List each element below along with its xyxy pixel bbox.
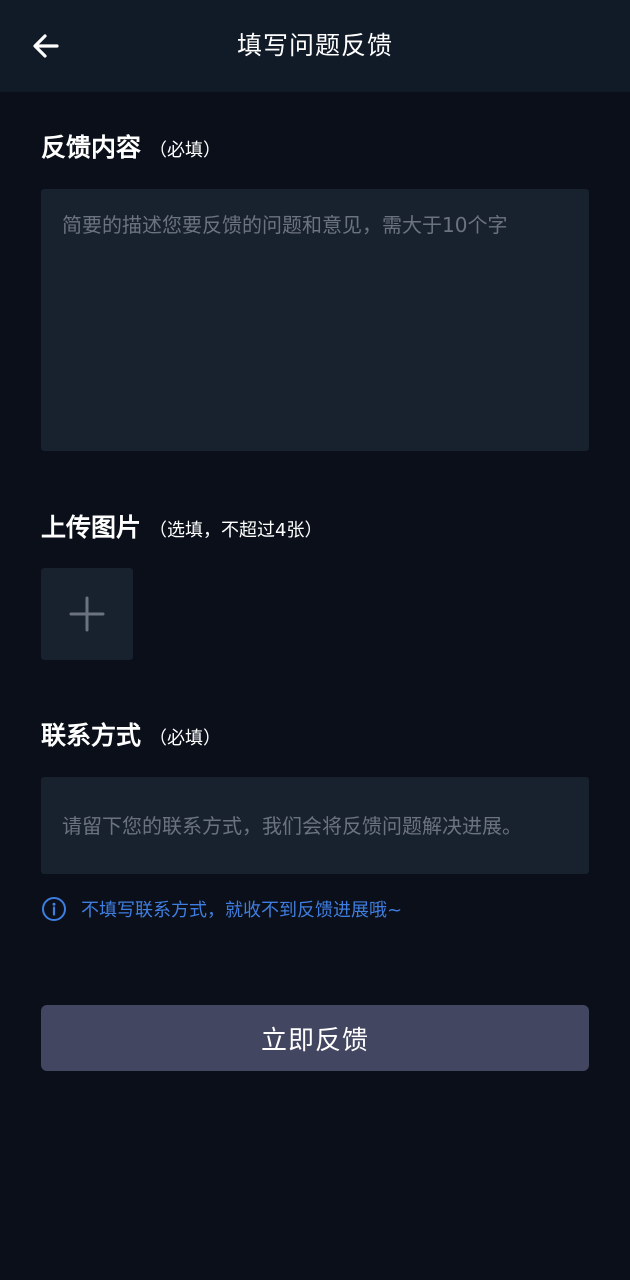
info-icon <box>42 897 66 921</box>
upload-title: 上传图片 <box>41 513 142 542</box>
feedback-title: 反馈内容 <box>41 133 142 162</box>
contact-hint: 不填写联系方式，就收不到反馈进展哦~ <box>41 896 402 922</box>
upload-optional-note: （选填，不超过4张） <box>149 520 323 541</box>
top-bar: 填写问题反馈 <box>0 0 630 92</box>
upload-section-heading: 上传图片 （选填，不超过4张） <box>41 508 322 544</box>
contact-input[interactable] <box>41 777 589 874</box>
contact-title: 联系方式 <box>41 721 142 750</box>
submit-feedback-button[interactable]: 立即反馈 <box>41 1005 589 1071</box>
contact-section-heading: 联系方式 （必填） <box>41 716 221 752</box>
hint-text: 不填写联系方式，就收不到反馈进展哦~ <box>81 900 403 921</box>
page-title: 填写问题反馈 <box>236 31 393 60</box>
feedback-required-note: （必填） <box>149 140 222 161</box>
feedback-textarea[interactable] <box>41 189 589 451</box>
feedback-section-heading: 反馈内容 （必填） <box>41 128 221 164</box>
plus-icon <box>69 596 105 632</box>
contact-required-note: （必填） <box>149 728 222 749</box>
add-image-button[interactable] <box>41 568 133 660</box>
